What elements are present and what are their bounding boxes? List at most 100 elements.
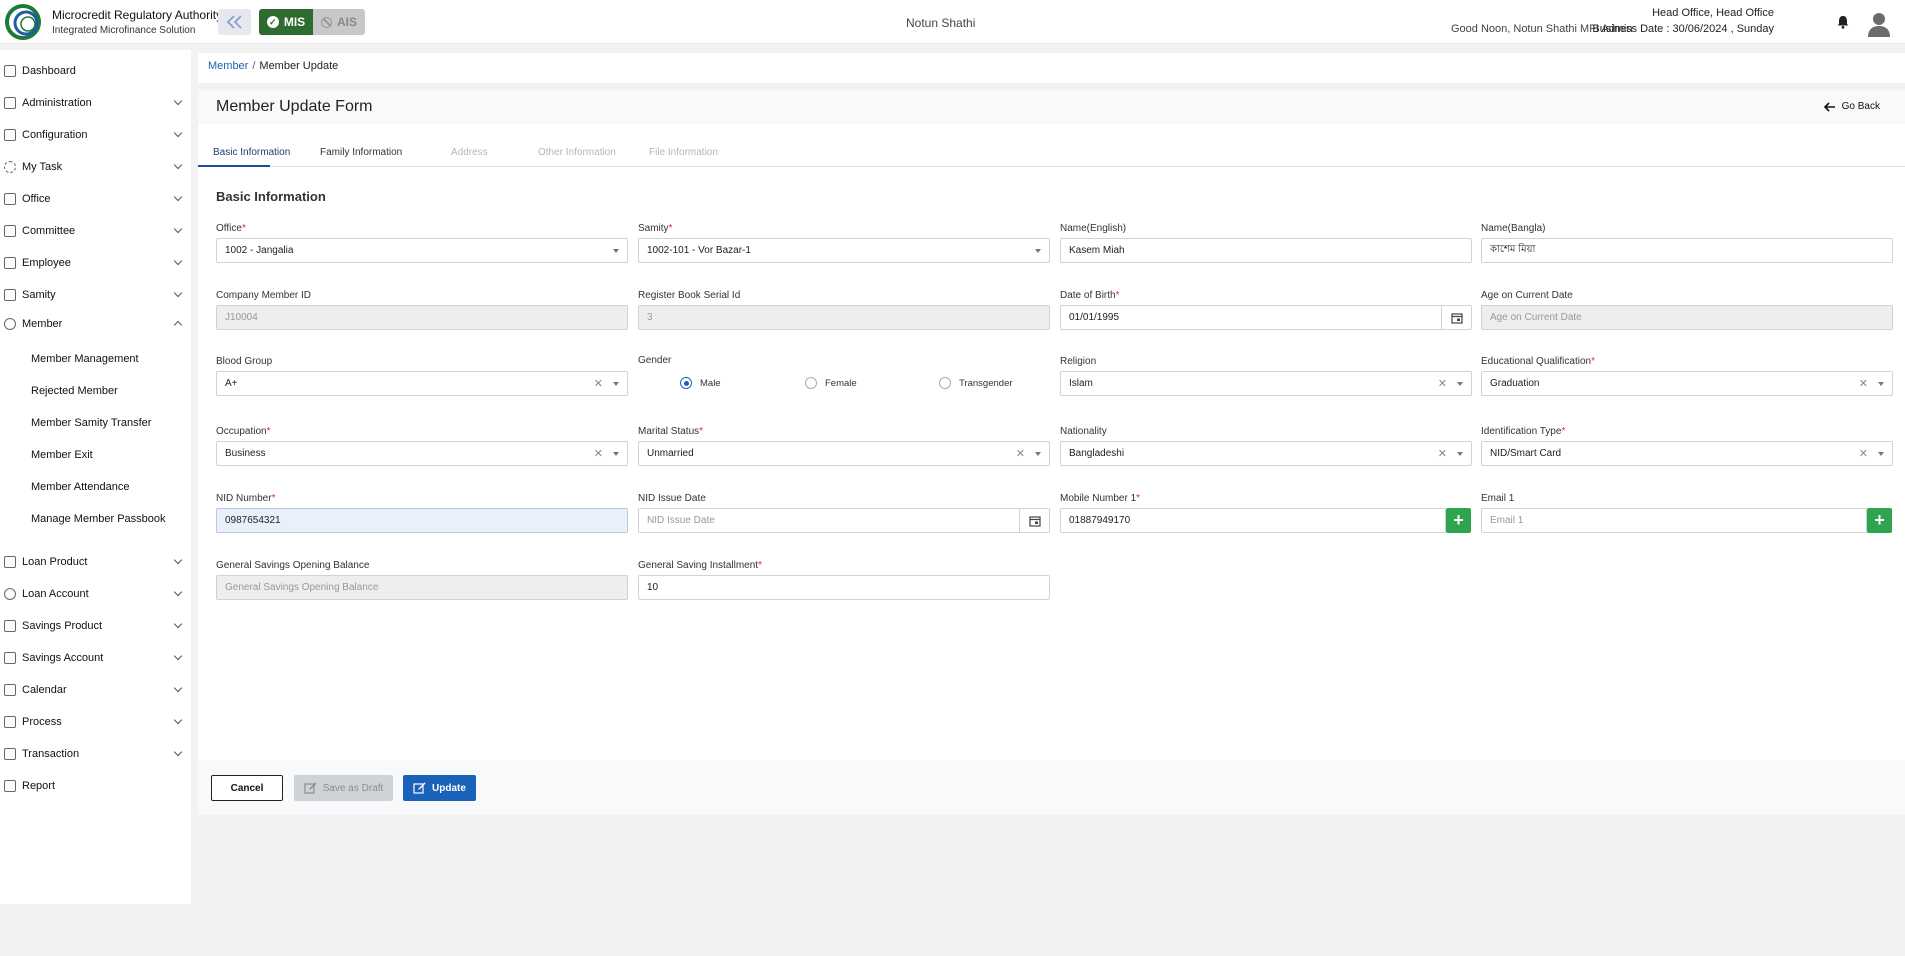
breadcrumb-current: Member Update <box>259 60 339 72</box>
religion-select[interactable]: Islam ✕ <box>1060 371 1472 396</box>
sidebar-sub-member-management[interactable]: Member Management <box>31 353 139 365</box>
sliders-icon <box>4 129 16 141</box>
chevron-down-icon <box>173 715 183 725</box>
dropdown-arrow-icon <box>1457 452 1463 456</box>
calendar-icon <box>1028 515 1041 527</box>
mis-label: MIS <box>283 15 306 29</box>
sidebar-sub-member-attendance[interactable]: Member Attendance <box>31 481 129 493</box>
clear-icon[interactable]: ✕ <box>1859 377 1868 390</box>
dob-label: Date of Birth* <box>1060 290 1120 301</box>
nid-issue-date-input[interactable]: NID Issue Date <box>638 508 1050 533</box>
sidebar-item-loan-product[interactable]: Loan Product <box>0 552 191 572</box>
identification-type-label: Identification Type* <box>1481 426 1566 437</box>
samity-select[interactable]: 1002-101 - Vor Bazar-1 <box>638 238 1050 263</box>
sidebar-item-process[interactable]: Process <box>0 712 191 732</box>
calendar-button[interactable] <box>1019 509 1049 532</box>
sidebar-item-member[interactable]: Member <box>0 314 191 334</box>
sidebar-sub-member-exit[interactable]: Member Exit <box>31 449 93 461</box>
sidebar-item-label: Process <box>22 716 62 728</box>
tab-basic-information[interactable]: Basic Information <box>213 147 290 158</box>
office-select[interactable]: 1002 - Jangalia <box>216 238 628 263</box>
savings-account-icon <box>4 652 16 664</box>
clear-icon[interactable]: ✕ <box>594 447 603 460</box>
gs-installment-input[interactable]: 10 <box>638 575 1050 600</box>
building-icon <box>4 193 16 205</box>
chevron-up-icon <box>173 320 183 330</box>
user-avatar-icon[interactable] <box>1867 11 1891 37</box>
sidebar-item-samity[interactable]: Samity <box>0 285 191 305</box>
notification-bell-icon[interactable] <box>1836 15 1850 29</box>
sidebar-item-label: Transaction <box>22 748 80 760</box>
save-as-draft-button[interactable]: Save as Draft <box>294 775 393 801</box>
sidebar-item-savings-account[interactable]: Savings Account <box>0 648 191 668</box>
tab-other-information[interactable]: Other Information <box>538 147 616 158</box>
sidebar-item-label: Member <box>22 318 63 330</box>
sidebar-sub-manage-member-passbook[interactable]: Manage Member Passbook <box>31 513 166 525</box>
mobile-number-input[interactable]: 01887949170 <box>1060 508 1446 533</box>
dob-input[interactable]: 01/01/1995 <box>1060 305 1472 330</box>
sidebar-item-my-task[interactable]: My Task <box>0 157 191 177</box>
gender-radio-transgender[interactable]: Transgender <box>939 377 1013 389</box>
loan-account-icon <box>4 588 16 600</box>
education-select[interactable]: Graduation ✕ <box>1481 371 1893 396</box>
tab-family-information[interactable]: Family Information <box>320 147 402 158</box>
sidebar-item-dashboard[interactable]: Dashboard <box>0 61 191 81</box>
tab-address[interactable]: Address <box>451 147 488 158</box>
update-button[interactable]: Update <box>403 775 476 801</box>
name-english-input[interactable]: Kasem Miah <box>1060 238 1472 263</box>
brand-logo-area[interactable]: Microcredit Regulatory Authority Integra… <box>4 3 222 41</box>
chevron-down-icon <box>173 555 183 565</box>
add-mobile-button[interactable]: + <box>1446 508 1471 533</box>
sidebar-item-label: Dashboard <box>22 65 76 77</box>
nationality-select[interactable]: Bangladeshi ✕ <box>1060 441 1472 466</box>
go-back-button[interactable]: Go Back <box>1823 101 1880 112</box>
office-label: Office* <box>216 223 246 234</box>
sidebar-item-transaction[interactable]: Transaction <box>0 744 191 764</box>
mis-mode-button[interactable]: ✓ MIS <box>259 9 313 35</box>
sidebar-item-report[interactable]: Report <box>0 776 191 796</box>
email-input[interactable]: Email 1 <box>1481 508 1867 533</box>
clear-icon[interactable]: ✕ <box>1016 447 1025 460</box>
sidebar-item-label: Loan Product <box>22 556 88 568</box>
occupation-select[interactable]: Business ✕ <box>216 441 628 466</box>
calendar-button[interactable] <box>1441 306 1471 329</box>
sidebar-item-employee[interactable]: Employee <box>0 253 191 273</box>
name-bangla-input[interactable]: কাশেম মিয়া <box>1481 238 1893 263</box>
ais-mode-button[interactable]: AIS <box>313 9 365 35</box>
sidebar-item-label: My Task <box>22 161 63 173</box>
page-title: Member Update Form <box>216 98 373 115</box>
tab-file-information[interactable]: File Information <box>649 147 718 158</box>
sidebar-item-loan-account[interactable]: Loan Account <box>0 584 191 604</box>
sidebar-collapse-button[interactable] <box>218 9 251 35</box>
task-icon <box>4 161 16 173</box>
organization-name: Notun Shathi <box>906 16 976 30</box>
gender-radio-female[interactable]: Female <box>805 377 857 389</box>
clear-icon[interactable]: ✕ <box>1438 377 1447 390</box>
blood-group-select[interactable]: A+ ✕ <box>216 371 628 396</box>
dropdown-arrow-icon <box>1035 452 1041 456</box>
marital-status-select[interactable]: Unmarried ✕ <box>638 441 1050 466</box>
sidebar-item-configuration[interactable]: Configuration <box>0 125 191 145</box>
nid-number-input[interactable]: 0987654321 <box>216 508 628 533</box>
identification-type-select[interactable]: NID/Smart Card ✕ <box>1481 441 1893 466</box>
nid-issue-date-label: NID Issue Date <box>638 493 706 504</box>
sidebar-item-administration[interactable]: Administration <box>0 93 191 113</box>
sidebar-item-committee[interactable]: Committee <box>0 221 191 241</box>
sidebar-item-label: Savings Product <box>22 620 103 632</box>
section-title: Basic Information <box>216 189 326 204</box>
gs-installment-label: General Saving Installment* <box>638 560 762 571</box>
sidebar-sub-rejected-member[interactable]: Rejected Member <box>31 385 118 397</box>
breadcrumb-member-link[interactable]: Member <box>208 60 248 72</box>
sidebar-item-office[interactable]: Office <box>0 189 191 209</box>
breadcrumb: Member / Member Update <box>208 60 338 72</box>
clear-icon[interactable]: ✕ <box>594 377 603 390</box>
sidebar-item-savings-product[interactable]: Savings Product <box>0 616 191 636</box>
sidebar-item-calendar[interactable]: Calendar <box>0 680 191 700</box>
add-email-button[interactable]: + <box>1867 508 1892 533</box>
sidebar-sub-member-samity-transfer[interactable]: Member Samity Transfer <box>31 417 151 429</box>
cancel-button[interactable]: Cancel <box>211 775 283 801</box>
member-icon <box>4 318 16 330</box>
clear-icon[interactable]: ✕ <box>1438 447 1447 460</box>
gender-radio-male[interactable]: Male <box>680 377 721 389</box>
clear-icon[interactable]: ✕ <box>1859 447 1868 460</box>
